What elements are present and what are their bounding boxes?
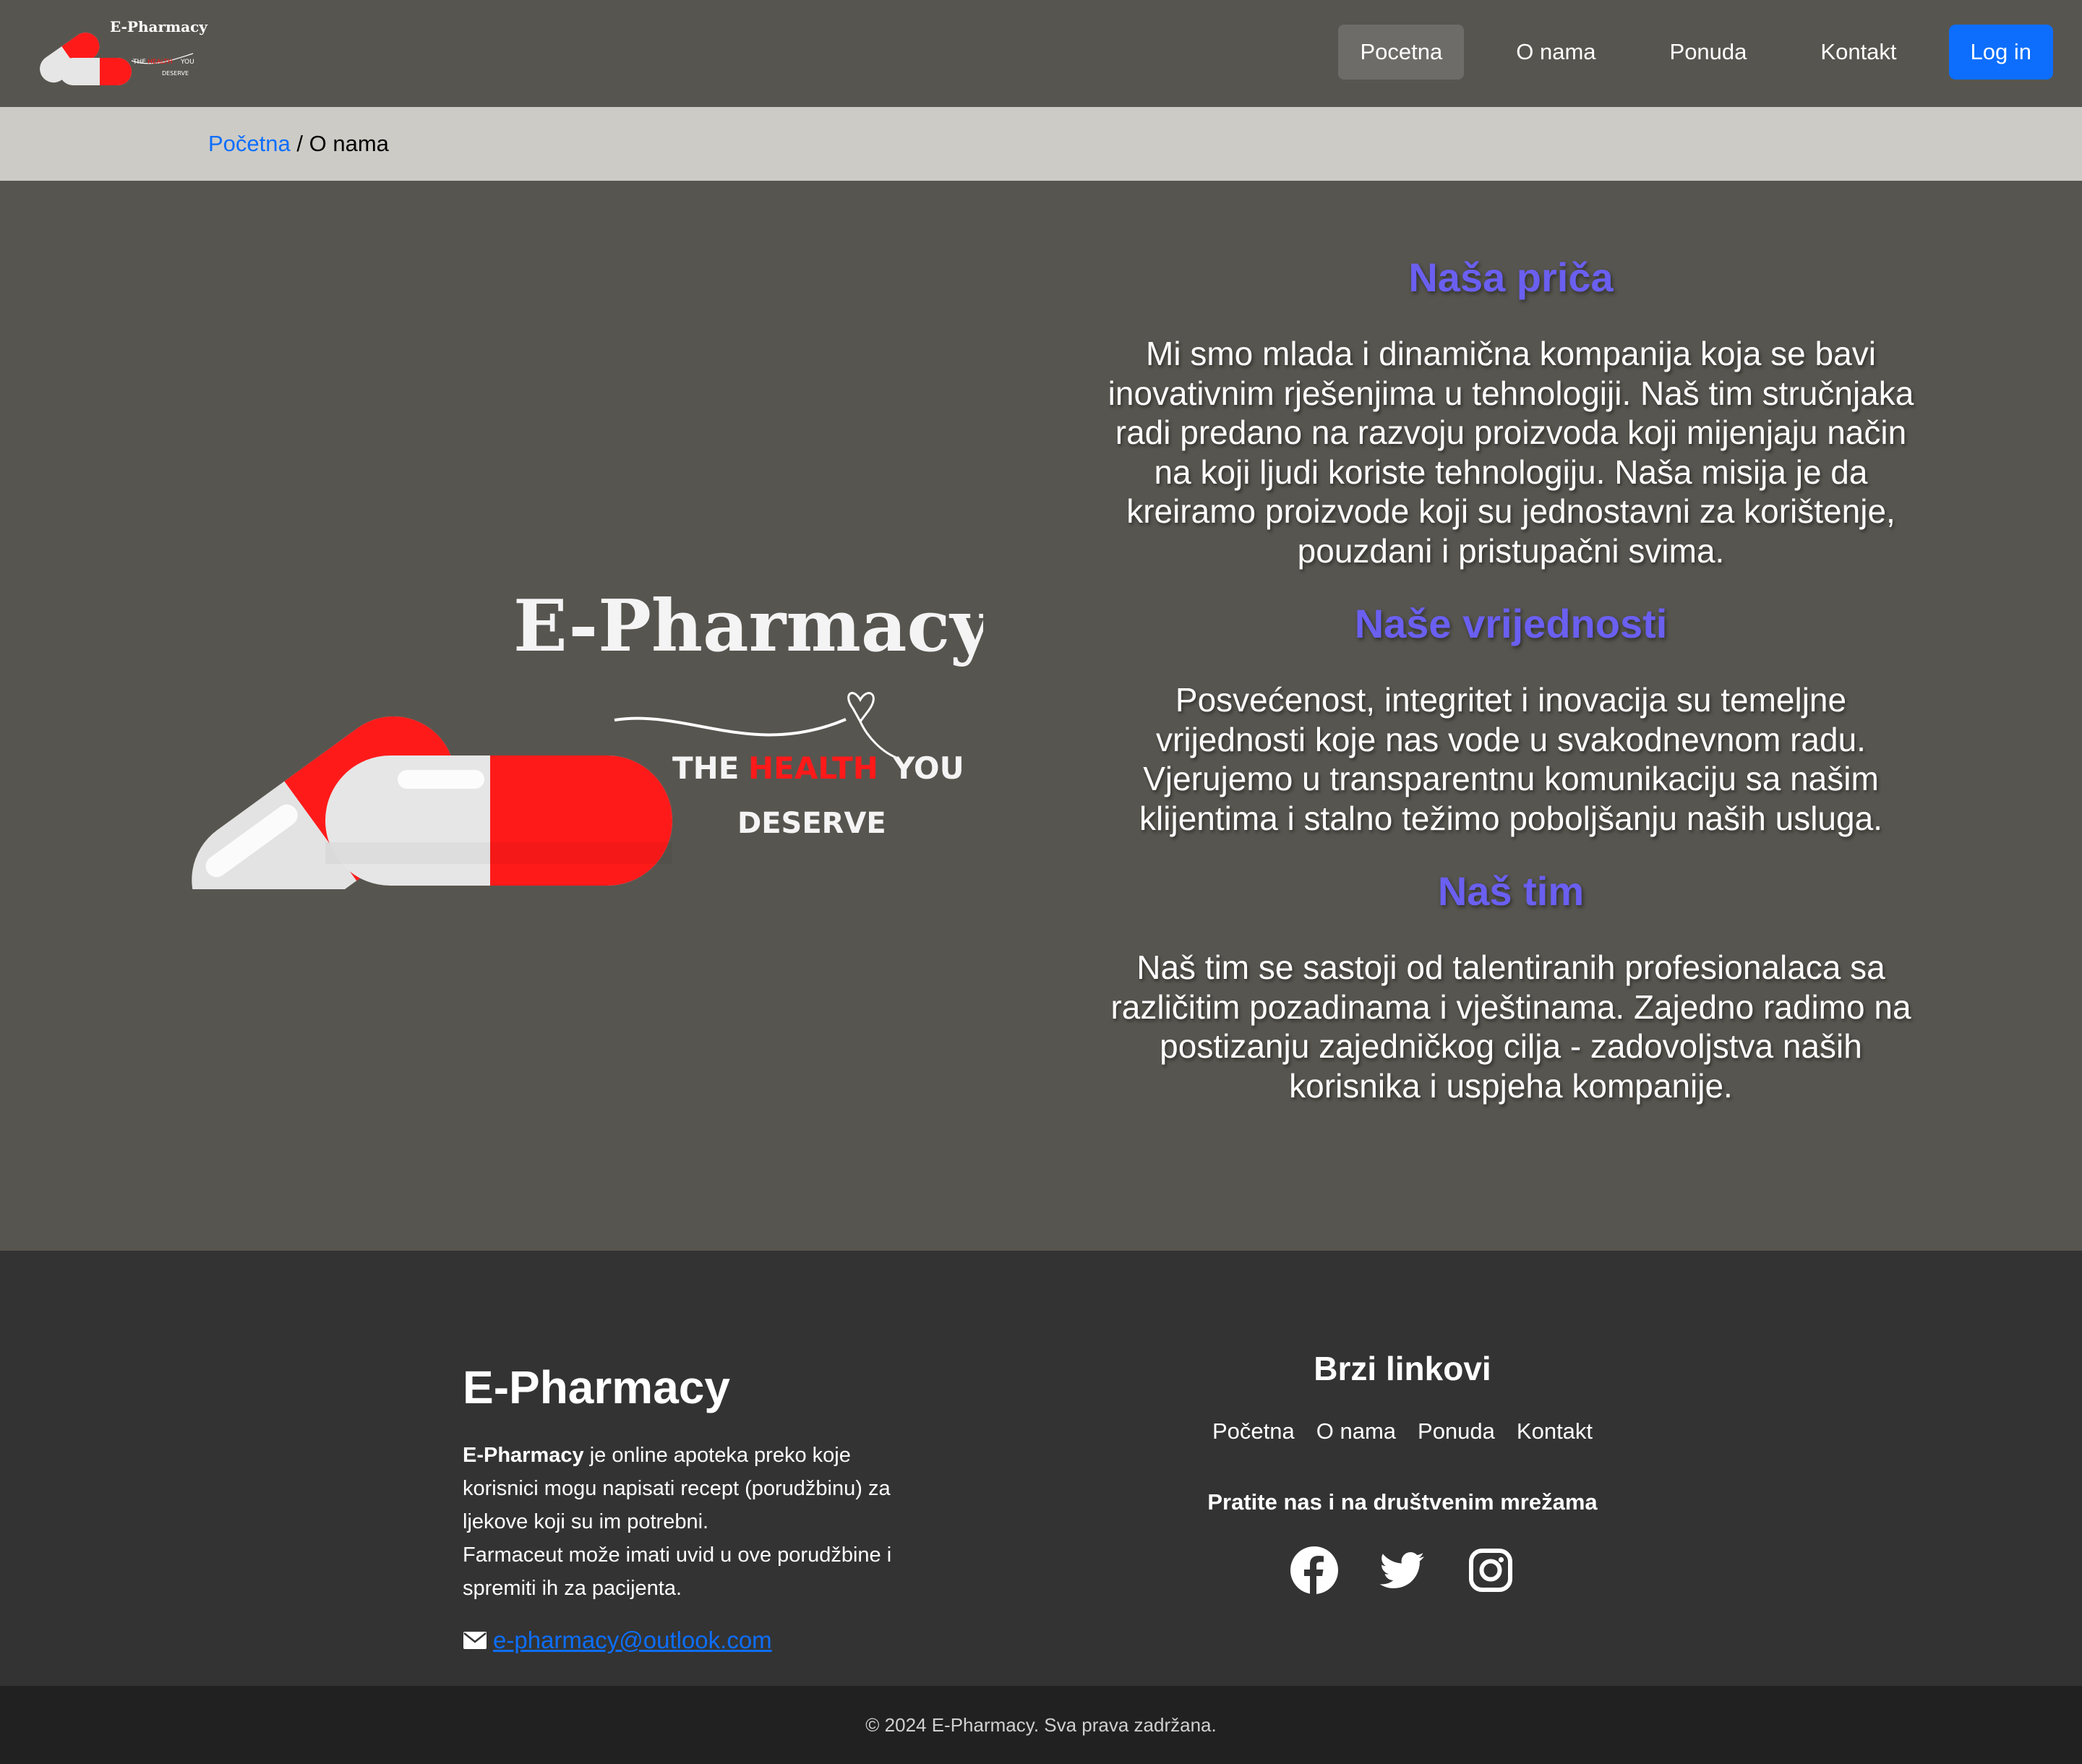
breadcrumb-current: O nama <box>309 131 389 156</box>
svg-text:THE: THE <box>672 750 740 786</box>
footer-desc-brand: E-Pharmacy <box>463 1444 584 1467</box>
nav-item-o-nama[interactable]: O nama <box>1494 25 1617 80</box>
breadcrumb-home-link[interactable]: Početna <box>208 131 291 156</box>
svg-text:DESERVE: DESERVE <box>737 807 886 840</box>
navbar: E-Pharmacy THE HEALTH YOU DESERVE Pocetn… <box>0 0 2082 107</box>
copyright-bar: © 2024 E-Pharmacy. Sva prava zadržana. <box>0 1686 2082 1764</box>
brand-logo-name: E-Pharmacy <box>110 18 208 35</box>
hero-logo-name: E-Pharmacy <box>513 585 983 668</box>
quick-link-kontakt[interactable]: Kontakt <box>1517 1418 1593 1444</box>
quick-links: Početna O nama Ponuda Kontakt <box>1113 1418 1692 1444</box>
svg-text:HEALTH: HEALTH <box>748 750 878 786</box>
story-heading: Naša priča <box>1408 254 1614 300</box>
quick-link-ponuda[interactable]: Ponuda <box>1418 1418 1495 1444</box>
footer-title: E-Pharmacy <box>463 1361 730 1413</box>
facebook-icon[interactable] <box>1290 1546 1339 1595</box>
quick-links-heading: Brzi linkovi <box>1314 1350 1491 1387</box>
footer-description: E-Pharmacy je online apoteka preko koje … <box>463 1439 911 1605</box>
main-nav: Pocetna O nama Ponuda Kontakt Log in <box>1338 25 2053 80</box>
footer-links: Brzi linkovi Početna O nama Ponuda Konta… <box>1113 1349 1692 1595</box>
footer-about: E-Pharmacy E-Pharmacy je online apoteka … <box>463 1361 911 1654</box>
twitter-icon[interactable] <box>1378 1546 1427 1595</box>
about-section: E-Pharmacy THE HEALTH YOU DESERVE Naša p… <box>0 181 2082 1251</box>
brand-logo[interactable]: E-Pharmacy THE HEALTH YOU DESERVE <box>30 16 220 85</box>
social-links <box>1113 1546 1692 1595</box>
footer-email: e-pharmacy@outlook.com <box>463 1627 911 1654</box>
svg-text:YOU: YOU <box>892 750 964 786</box>
quick-link-o-nama[interactable]: O nama <box>1316 1418 1396 1444</box>
email-link[interactable]: e-pharmacy@outlook.com <box>493 1627 772 1654</box>
hero-logo-image: E-Pharmacy THE HEALTH YOU DESERVE <box>192 585 983 889</box>
nav-item-kontakt[interactable]: Kontakt <box>1799 25 1918 80</box>
breadcrumb: Početna / O nama <box>208 131 389 157</box>
story-text: Mi smo mlada i dinamična kompanija koja … <box>1108 335 1914 570</box>
nav-item-pocetna[interactable]: Pocetna <box>1338 25 1465 80</box>
svg-text:HEALTH: HEALTH <box>147 59 173 66</box>
breadcrumb-bar: Početna / O nama <box>0 107 2082 181</box>
quick-link-pocetna[interactable]: Početna <box>1212 1418 1295 1444</box>
instagram-icon[interactable] <box>1466 1546 1515 1595</box>
breadcrumb-separator: / <box>290 131 309 156</box>
login-button[interactable]: Log in <box>1948 25 2053 80</box>
svg-text:THE: THE <box>132 59 146 66</box>
svg-text:DESERVE: DESERVE <box>162 70 189 77</box>
footer-desc-line2: Farmaceut može imati uvid u ove porudžbi… <box>463 1544 892 1600</box>
about-text: Naša priča Mi smo mlada i dinamična komp… <box>1106 253 1916 1134</box>
svg-text:YOU: YOU <box>180 59 194 66</box>
copyright-text: © 2024 E-Pharmacy. Sva prava zadržana. <box>865 1713 1217 1736</box>
envelope-icon <box>463 1632 487 1649</box>
team-text: Naš tim se sastoji od talentiranih profe… <box>1110 949 1911 1105</box>
social-heading: Pratite nas i na društvenim mrežama <box>1207 1489 1598 1515</box>
team-heading: Naš tim <box>1437 868 1585 914</box>
footer: E-Pharmacy E-Pharmacy je online apoteka … <box>0 1251 2082 1686</box>
nav-item-ponuda[interactable]: Ponuda <box>1648 25 1769 80</box>
values-text: Posvećenost, integritet i inovacija su t… <box>1139 681 1882 837</box>
values-heading: Naše vrijednosti <box>1354 601 1668 646</box>
